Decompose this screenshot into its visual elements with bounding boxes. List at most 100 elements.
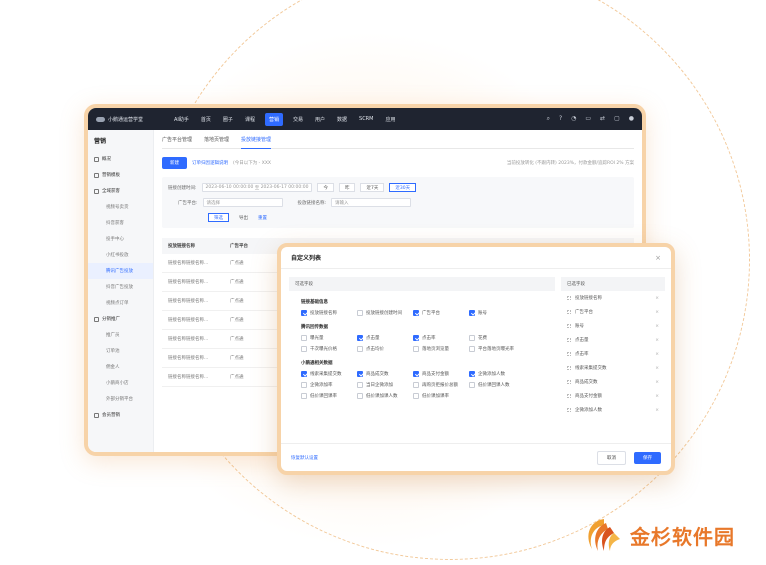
drag-handle-icon[interactable]	[567, 380, 571, 384]
selected-field-item[interactable]: 账号 ×	[561, 319, 665, 333]
checkbox-icon[interactable]	[413, 346, 419, 352]
quick-date-button[interactable]: 今	[317, 183, 334, 192]
top-nav-item[interactable]: 应用	[383, 113, 397, 126]
checkbox-checked-icon[interactable]	[301, 371, 307, 377]
checkbox-checked-icon[interactable]	[469, 371, 475, 377]
field-checkbox[interactable]: 广告平台	[413, 310, 459, 316]
checkbox-icon[interactable]	[357, 346, 363, 352]
user-icon[interactable]: ●	[629, 115, 634, 123]
tab[interactable]: 投放链接管理	[241, 136, 272, 149]
sidebar-group[interactable]: 营销模板	[88, 167, 153, 183]
field-checkbox[interactable]: 低价课加课人数	[357, 393, 403, 399]
quick-date-button[interactable]: 近30天	[389, 183, 417, 192]
quick-date-button[interactable]: 昨	[338, 183, 356, 192]
checkbox-checked-icon[interactable]	[413, 335, 419, 341]
checkbox-icon[interactable]	[357, 310, 363, 316]
drag-handle-icon[interactable]	[567, 310, 571, 314]
selected-field-item[interactable]: 商品支付金额 ×	[561, 389, 665, 403]
checkbox-icon[interactable]	[469, 335, 475, 341]
close-icon[interactable]: ×	[655, 254, 661, 262]
drag-handle-icon[interactable]	[567, 352, 571, 356]
search-icon[interactable]: ⌕	[547, 115, 550, 123]
tip-link[interactable]: 订单归因逻辑说明	[192, 160, 228, 166]
remove-icon[interactable]: ×	[655, 310, 659, 315]
top-nav-item[interactable]: 营销	[264, 112, 283, 126]
top-nav-item[interactable]: SCRM	[357, 113, 375, 126]
checkbox-icon[interactable]	[301, 335, 307, 341]
field-checkbox[interactable]: 点击均价	[357, 346, 403, 352]
field-checkbox[interactable]: 点击率	[413, 335, 459, 341]
sidebar-item[interactable]: 抖音获客	[88, 215, 153, 231]
top-nav-item[interactable]: 圈子	[221, 113, 235, 126]
checkbox-icon[interactable]	[301, 382, 307, 388]
sidebar-item[interactable]: 投手中心	[88, 231, 153, 247]
field-checkbox[interactable]: 点击量	[357, 335, 403, 341]
field-checkbox[interactable]: 商品成交数	[357, 371, 403, 377]
quick-date-button[interactable]: 近7天	[360, 183, 385, 192]
sidebar-group[interactable]: 全域获客	[88, 183, 153, 199]
top-nav-item[interactable]: 课程	[243, 113, 257, 126]
platform-select[interactable]: 请选择	[202, 198, 283, 207]
checkbox-icon[interactable]	[357, 382, 363, 388]
checkbox-checked-icon[interactable]	[301, 310, 307, 316]
top-nav-item[interactable]: 用户	[313, 113, 327, 126]
field-checkbox[interactable]: 落地页浏览量	[413, 346, 459, 352]
field-checkbox[interactable]: 企微添加率	[301, 382, 347, 388]
sidebar-item[interactable]: 小鹅商小店	[88, 375, 153, 391]
checkbox-checked-icon[interactable]	[357, 335, 363, 341]
checkbox-icon[interactable]	[413, 382, 419, 388]
drag-handle-icon[interactable]	[567, 324, 571, 328]
switch-icon[interactable]: ⇄	[600, 115, 605, 123]
date-range-input[interactable]: 2023-06-10 00:00:00 至 2023-06-17 00:00:0…	[201, 183, 313, 192]
filter-button[interactable]: 筛选	[208, 213, 229, 222]
checkbox-checked-icon[interactable]	[469, 310, 475, 316]
top-nav-item[interactable]: AI助手	[172, 113, 191, 126]
selected-field-item[interactable]: 点击率 ×	[561, 347, 665, 361]
help-icon[interactable]: ?	[559, 115, 562, 123]
remove-icon[interactable]: ×	[655, 352, 659, 357]
field-checkbox[interactable]: 花费	[469, 335, 515, 341]
tab[interactable]: 落地页管理	[204, 136, 229, 143]
field-checkbox[interactable]: 低价课回课人数	[469, 382, 515, 388]
checkbox-icon[interactable]	[469, 346, 475, 352]
selected-field-item[interactable]: 广告平台 ×	[561, 305, 665, 319]
drag-handle-icon[interactable]	[567, 338, 571, 342]
sidebar-group[interactable]: 会员营销	[88, 407, 153, 423]
selected-field-item[interactable]: 投放链接名称 ×	[561, 291, 665, 305]
top-nav-item[interactable]: 首页	[199, 113, 213, 126]
field-checkbox[interactable]: 千次曝光价格	[301, 346, 347, 352]
drag-handle-icon[interactable]	[567, 366, 571, 370]
field-checkbox[interactable]: 商品支付金额	[413, 371, 459, 377]
remove-icon[interactable]: ×	[655, 394, 659, 399]
sidebar-item[interactable]: 抖音广告投放	[88, 279, 153, 295]
selected-field-item[interactable]: 线索采集提交数 ×	[561, 361, 665, 375]
tab[interactable]: 广告平台管理	[162, 136, 192, 143]
field-checkbox[interactable]: 当日企微添加	[357, 382, 403, 388]
sidebar-item[interactable]: 视频号卖货	[88, 199, 153, 215]
cancel-button[interactable]: 取消	[597, 450, 626, 465]
drag-handle-icon[interactable]	[567, 296, 571, 300]
checkbox-checked-icon[interactable]	[413, 371, 419, 377]
link-name-input[interactable]: 请输入	[331, 198, 412, 207]
sidebar-item[interactable]: 腾讯广告投放	[88, 263, 153, 279]
restore-default-link[interactable]: 恢复默认设置	[291, 455, 318, 461]
reset-button[interactable]: 重置	[258, 215, 267, 221]
top-nav-item[interactable]: 数据	[335, 113, 349, 126]
remove-icon[interactable]: ×	[655, 296, 659, 301]
new-button[interactable]: 新建	[162, 157, 187, 169]
remove-icon[interactable]: ×	[655, 408, 659, 413]
checkbox-icon[interactable]	[301, 393, 307, 399]
field-checkbox[interactable]: 企微添加人数	[469, 371, 515, 377]
field-checkbox[interactable]: 再购页拒报价总额	[413, 382, 459, 388]
field-checkbox[interactable]: 低价课回课率	[301, 393, 347, 399]
field-checkbox[interactable]: 曝光量	[301, 335, 347, 341]
drag-handle-icon[interactable]	[567, 394, 571, 398]
checkbox-checked-icon[interactable]	[357, 371, 363, 377]
checkbox-icon[interactable]	[357, 393, 363, 399]
remove-icon[interactable]: ×	[655, 324, 659, 329]
field-checkbox[interactable]: 账号	[469, 310, 515, 316]
sidebar-item[interactable]: 小红书投放	[88, 247, 153, 263]
selected-field-item[interactable]: 商品成交数 ×	[561, 375, 665, 389]
sidebar-item[interactable]: 佣金人	[88, 359, 153, 375]
checkbox-icon[interactable]	[469, 382, 475, 388]
